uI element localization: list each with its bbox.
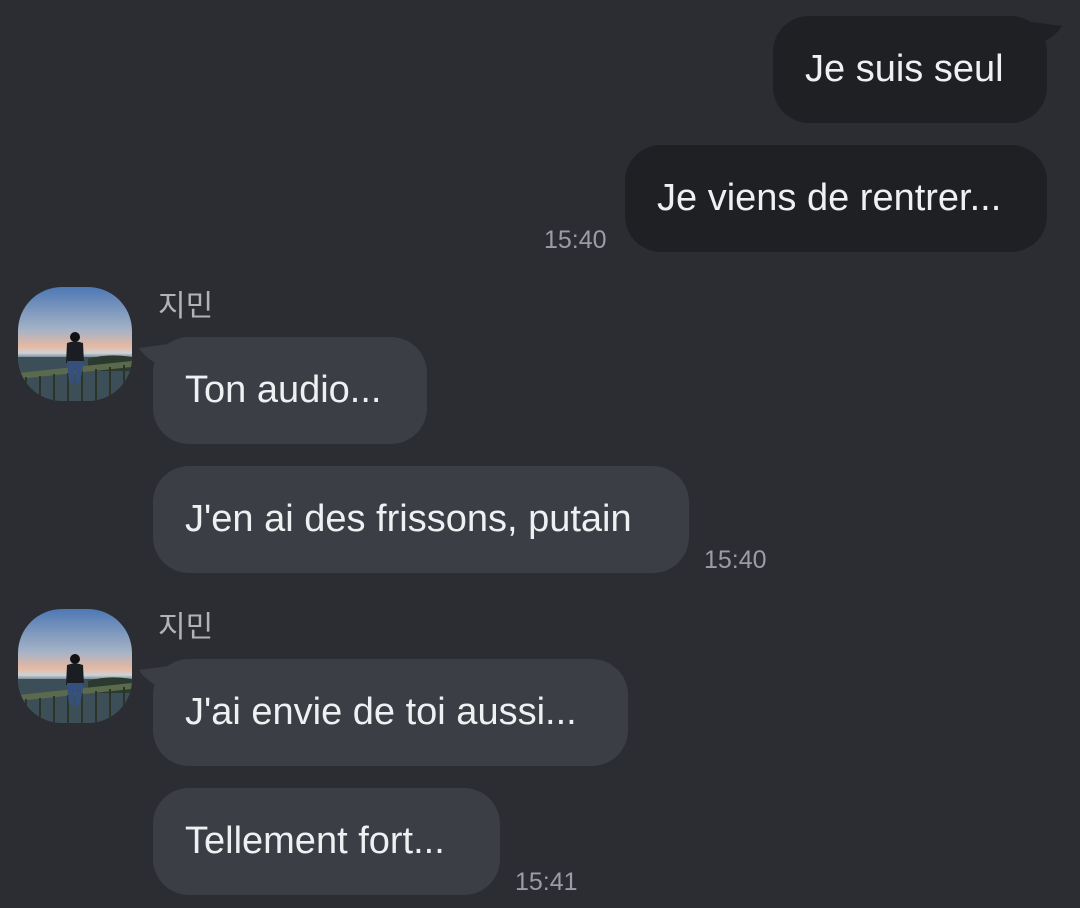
sent-message-bubble[interactable]: Je suis seul — [773, 16, 1047, 123]
profile-photo-sunset-person-icon — [18, 287, 132, 401]
sent-bubble-tail — [1032, 22, 1062, 44]
received-message-bubble[interactable]: J'en ai des frissons, putain — [153, 466, 689, 573]
sender-avatar[interactable] — [18, 287, 132, 401]
message-timestamp: 15:41 — [515, 868, 578, 896]
received-message-bubble[interactable]: Ton audio... — [153, 337, 427, 444]
received-message-bubble[interactable]: J'ai envie de toi aussi... — [153, 659, 628, 766]
message-timestamp: 15:40 — [704, 546, 767, 574]
sent-message-bubble[interactable]: Je viens de rentrer... — [625, 145, 1047, 252]
message-timestamp: 15:40 — [544, 226, 607, 254]
sender-name: 지민 — [158, 289, 214, 324]
profile-photo-sunset-person-icon — [18, 609, 132, 723]
received-message-bubble[interactable]: Tellement fort... — [153, 788, 500, 895]
sender-avatar[interactable] — [18, 609, 132, 723]
chat-thread[interactable]: Je suis seul Je viens de rentrer... 15:4… — [0, 0, 1080, 908]
sender-name: 지민 — [158, 610, 214, 645]
